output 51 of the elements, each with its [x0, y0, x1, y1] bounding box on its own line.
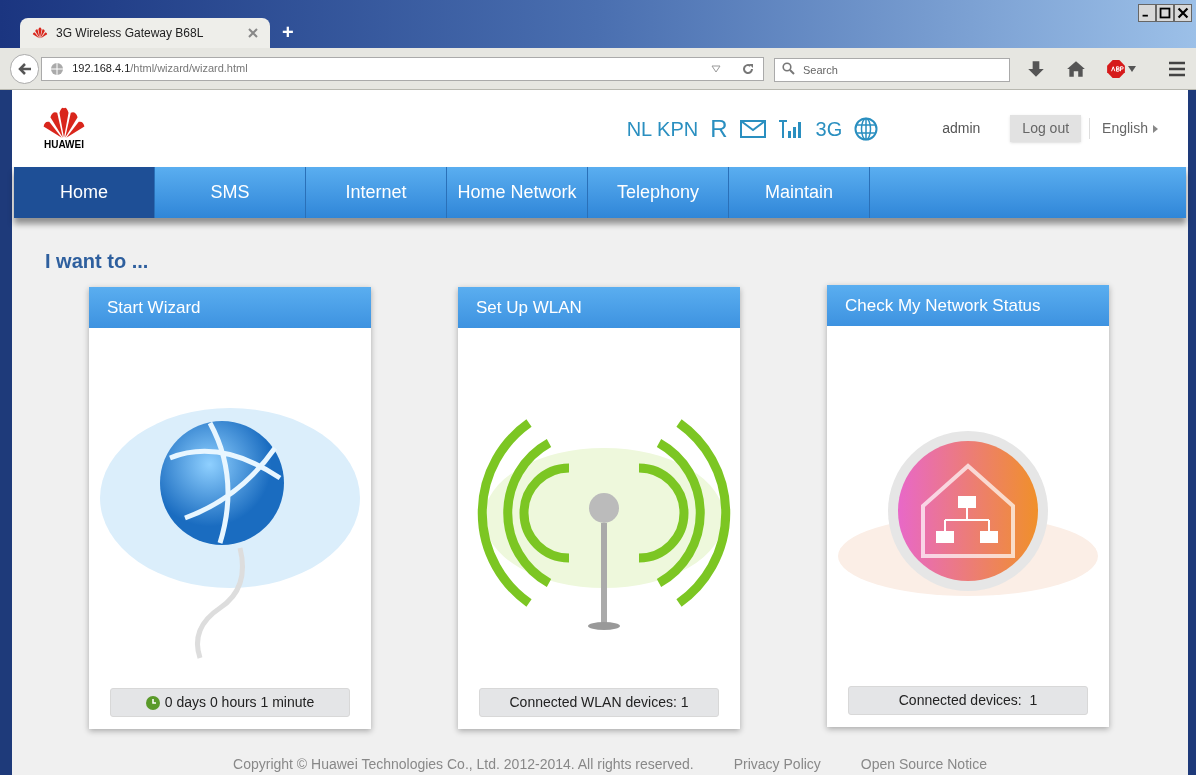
download-icon[interactable] — [1026, 58, 1046, 79]
card-title: Start Wizard — [89, 287, 371, 328]
back-arrow-icon — [16, 60, 33, 77]
signal-icon — [777, 118, 804, 139]
status-text: 0 days 0 hours 1 minute — [164, 693, 315, 712]
nav-tab[interactable]: Internet — [306, 167, 447, 218]
wizard-card[interactable]: Check My Network Status Connected devices: 1 — [827, 285, 1109, 727]
wizard-card[interactable]: Set Up WLAN Connected WLAN devices: 1 — [458, 287, 740, 729]
globe-icon — [50, 61, 65, 76]
nav-tab[interactable]: Home Network — [447, 167, 588, 218]
adblock-icon[interactable] — [1106, 58, 1126, 79]
clock-icon — [145, 695, 160, 710]
card-title: Check My Network Status — [827, 285, 1109, 326]
logo-icon — [41, 105, 87, 140]
nav-tab[interactable]: Telephony — [588, 167, 729, 218]
nav-tab[interactable]: Home — [14, 167, 155, 218]
tab-title: 3G Wireless Gateway B68L — [56, 25, 205, 42]
logout-button[interactable]: Log out — [1010, 115, 1082, 142]
wizard-card[interactable]: Start Wizard 0 days 0 hours 1 minute — [89, 287, 371, 729]
minimize-icon[interactable] — [1138, 4, 1156, 22]
section-heading: I want to ... — [45, 249, 150, 274]
nav-tab[interactable]: SMS — [155, 167, 306, 218]
maximize-icon[interactable] — [1156, 4, 1174, 22]
new-tab-button[interactable]: + — [282, 22, 294, 42]
reload-icon[interactable] — [741, 61, 755, 76]
card-title: Set Up WLAN — [458, 287, 740, 328]
menu-icon[interactable] — [1168, 60, 1186, 77]
status-text: Connected WLAN devices: 1 — [509, 693, 689, 712]
copyright-text: Copyright © Huawei Technologies Co., Ltd. 2012-2014. All rights reserved. — [233, 755, 694, 774]
operator-name: NL KPN — [626, 116, 699, 142]
language-selector[interactable]: English — [1089, 118, 1158, 139]
logo-text: HUAWEI — [44, 139, 84, 150]
caret-icon[interactable] — [1128, 65, 1136, 72]
close-icon[interactable] — [1174, 4, 1192, 22]
browser-tab[interactable]: 3G Wireless Gateway B68L — [20, 18, 270, 48]
username: admin — [942, 119, 981, 138]
back-button[interactable] — [10, 53, 40, 84]
globe-icon — [854, 116, 879, 141]
network-type: 3G — [815, 116, 843, 142]
url-text: 192.168.4.1/html/wizard/wizard.html — [72, 61, 249, 77]
nav-tab[interactable]: Maintain — [729, 167, 870, 218]
address-bar[interactable]: 192.168.4.1/html/wizard/wizard.html — [41, 56, 764, 81]
status-text: Connected devices: 1 — [898, 691, 1038, 710]
search-icon — [782, 61, 795, 75]
caret-icon — [1153, 124, 1158, 133]
logo-icon — [32, 27, 48, 39]
mail-icon[interactable] — [739, 119, 766, 138]
footer-link[interactable]: Open Source Notice — [860, 754, 987, 775]
roaming-indicator: R — [710, 113, 728, 144]
footer-link[interactable]: Privacy Policy — [733, 754, 821, 775]
search-field[interactable]: Search — [774, 57, 1010, 82]
